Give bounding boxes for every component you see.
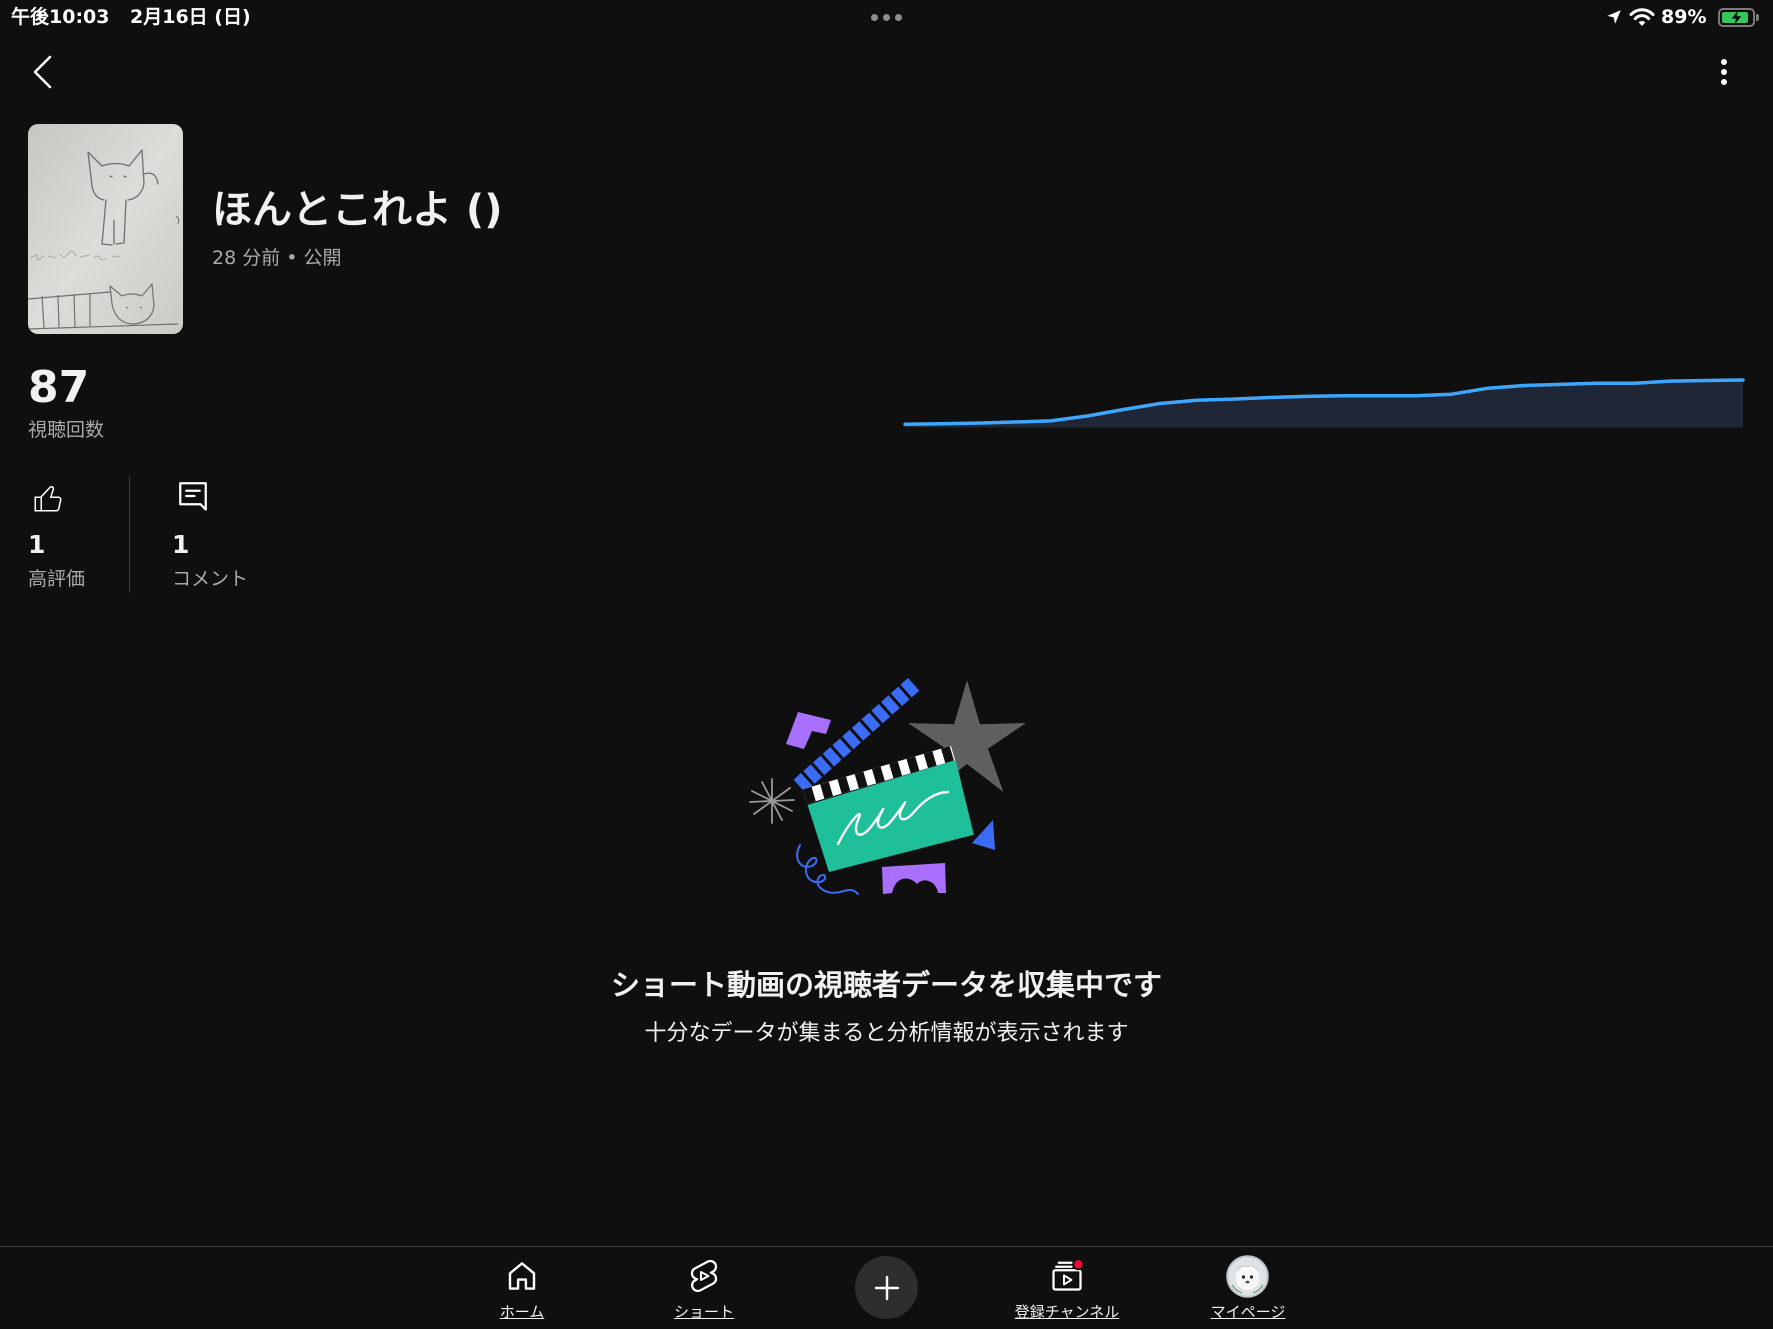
location-arrow-icon bbox=[1607, 10, 1621, 24]
wifi-icon bbox=[1629, 8, 1655, 26]
battery-terminal bbox=[1756, 14, 1759, 21]
purple-block-shape bbox=[786, 712, 831, 749]
bottom-navigation: ホーム ショート 登録チャンネル マイページ bbox=[0, 1246, 1773, 1329]
notification-dot bbox=[1072, 1258, 1085, 1271]
nav-label-home: ホーム bbox=[499, 1303, 545, 1321]
video-meta: 28 分前 • 公開 bbox=[212, 247, 342, 269]
multitasking-dots-icon[interactable] bbox=[871, 14, 902, 21]
likes-count: 1 bbox=[28, 530, 46, 559]
likes-label: 高評価 bbox=[28, 568, 86, 590]
video-title: ほんとこれよ () bbox=[212, 187, 503, 233]
back-button[interactable] bbox=[30, 54, 58, 90]
nav-item-subscriptions[interactable]: 登録チャンネル bbox=[992, 1247, 1142, 1329]
gray-asterisk-shape bbox=[749, 778, 795, 824]
views-sparkline-chart bbox=[903, 378, 1745, 428]
nav-label-subscriptions: 登録チャンネル bbox=[1014, 1303, 1120, 1321]
empty-state-subtitle: 十分なデータが集まると分析情報が表示されます bbox=[644, 1021, 1129, 1046]
empty-state-title: ショート動画の視聴者データを収集中です bbox=[610, 968, 1162, 1002]
plus-icon bbox=[874, 1275, 899, 1300]
thumb-up-icon bbox=[34, 486, 62, 512]
more-vertical-icon bbox=[1721, 59, 1727, 65]
comment-icon bbox=[179, 482, 207, 511]
subscriptions-icon bbox=[1052, 1258, 1085, 1291]
battery-percentage: 89% bbox=[1661, 6, 1707, 28]
status-date: 2月16日 (日) bbox=[130, 6, 251, 28]
shorts-icon bbox=[690, 1259, 718, 1293]
comments-count: 1 bbox=[172, 530, 190, 559]
create-button[interactable] bbox=[855, 1256, 918, 1319]
status-bar: 午後10:03 2月16日 (日) 89% bbox=[0, 0, 1773, 36]
battery-icon bbox=[1718, 8, 1759, 27]
nav-item-my-page[interactable]: マイページ bbox=[1173, 1247, 1323, 1329]
views-count: 87 bbox=[28, 362, 90, 413]
nav-label-shorts: ショート bbox=[673, 1303, 734, 1321]
video-thumbnail[interactable] bbox=[28, 124, 183, 334]
charging-bolt-icon bbox=[1731, 11, 1742, 24]
more-options-button[interactable] bbox=[1712, 56, 1736, 88]
chevron-left-icon bbox=[33, 55, 52, 89]
home-icon bbox=[508, 1262, 536, 1290]
status-time: 午後10:03 bbox=[11, 6, 110, 28]
avatar bbox=[1226, 1255, 1269, 1298]
clapperboard bbox=[802, 745, 974, 872]
purple-arch-shape bbox=[882, 863, 946, 894]
comments-label: コメント bbox=[172, 568, 249, 590]
stats-divider bbox=[129, 476, 130, 593]
blue-triangle-shape bbox=[972, 820, 995, 850]
nav-label-my-page: マイページ bbox=[1210, 1303, 1286, 1321]
nav-item-home[interactable]: ホーム bbox=[447, 1247, 597, 1329]
nav-item-shorts[interactable]: ショート bbox=[629, 1247, 779, 1329]
empty-state-illustration bbox=[749, 677, 1026, 895]
views-label: 視聴回数 bbox=[28, 419, 105, 441]
